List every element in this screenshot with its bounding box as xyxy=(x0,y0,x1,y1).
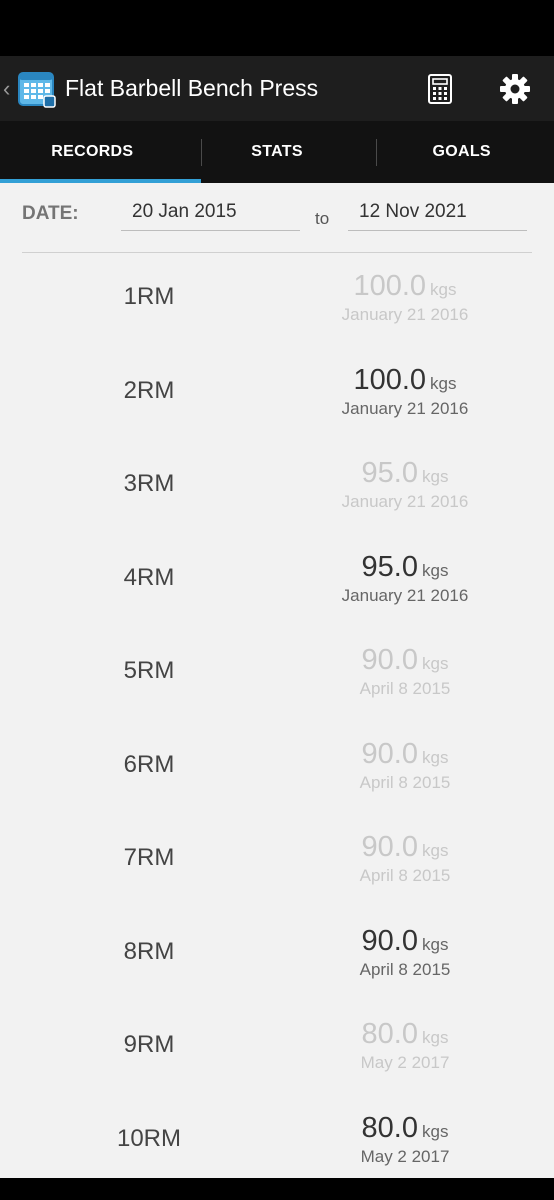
weight-line: 95.0 kgs xyxy=(305,457,505,490)
record-date: April 8 2015 xyxy=(359,772,451,792)
weight-line: 95.0 kgs xyxy=(305,551,505,584)
weight-line: 100.0 kgs xyxy=(305,270,505,303)
weight-line: 80.0 kgs xyxy=(305,1112,505,1145)
weight-line: 90.0 kgs xyxy=(305,644,505,677)
record-date: January 21 2016 xyxy=(341,492,469,511)
rep-max-label: 9RM xyxy=(123,1031,175,1058)
weight-value: 90.0 xyxy=(361,644,418,676)
record-row[interactable]: 2RM 100.0 kgs January 21 2016 xyxy=(0,347,554,441)
record-weight: 80.0 kgs May 2 2017 xyxy=(305,1112,505,1167)
rep-max-label: 6RM xyxy=(123,750,175,778)
record-weight: 95.0 kgs January 21 2016 xyxy=(305,551,505,606)
to-label: to xyxy=(315,209,330,228)
tab-label: GOALS xyxy=(432,143,491,160)
tab-stats[interactable]: STATS xyxy=(185,121,370,183)
weight-unit: kgs xyxy=(430,373,457,393)
records-list: 1RM 100.0 kgs January 21 2016 2RM 100.0 kgs Jan… xyxy=(0,253,554,1188)
record-row[interactable]: 9RM 80.0 kgs May 2 2017 xyxy=(0,1001,554,1095)
record-date: April 8 2015 xyxy=(359,959,451,979)
record-row[interactable]: 6RM 90.0 kgs April 8 2015 xyxy=(0,721,554,815)
record-weight: 100.0 kgs January 21 2016 xyxy=(305,364,505,419)
record-row[interactable]: 10RM 80.0 kgs May 2 2017 xyxy=(0,1095,554,1189)
weight-unit: kgs xyxy=(421,747,449,767)
weight-unit: kgs xyxy=(421,654,449,673)
weight-line: 90.0 kgs xyxy=(305,738,505,771)
record-row[interactable]: 5RM 90.0 kgs April 8 2015 xyxy=(0,627,554,721)
date-filter: DATE: 20 Jan 2015 to 12 Nov 2021 xyxy=(0,183,554,253)
record-date: April 8 2015 xyxy=(359,679,451,698)
weight-unit: kgs xyxy=(421,467,449,486)
record-row[interactable]: 4RM 95.0 kgs January 21 2016 xyxy=(0,534,554,628)
records-panel: DATE: 20 Jan 2015 to 12 Nov 2021 1RM 100.… xyxy=(0,183,554,1178)
rep-max-label: 7RM xyxy=(123,844,175,871)
gear-icon[interactable] xyxy=(497,71,533,107)
weight-value: 100.0 xyxy=(353,363,427,396)
weight-value: 100.0 xyxy=(353,270,427,302)
record-date: May 2 2017 xyxy=(360,1146,450,1166)
rep-max-label: 4RM xyxy=(123,563,175,591)
record-date: May 2 2017 xyxy=(360,1053,450,1072)
record-date: April 8 2015 xyxy=(359,866,451,885)
app-bar: ‹ Flat Barbell Bench Press xyxy=(0,56,554,121)
weight-unit: kgs xyxy=(421,560,449,580)
weight-value: 95.0 xyxy=(361,550,418,583)
record-row[interactable]: 8RM 90.0 kgs April 8 2015 xyxy=(0,908,554,1002)
date-label: DATE: xyxy=(22,203,79,224)
weight-line: 90.0 kgs xyxy=(305,831,505,864)
weight-value: 95.0 xyxy=(361,457,418,489)
record-weight: 90.0 kgs April 8 2015 xyxy=(305,738,505,793)
weight-unit: kgs xyxy=(421,841,449,860)
record-date: January 21 2016 xyxy=(341,305,469,324)
tab-divider xyxy=(376,139,377,166)
weight-line: 100.0 kgs xyxy=(305,364,505,397)
weight-value: 90.0 xyxy=(361,737,418,770)
weight-unit: kgs xyxy=(421,1028,449,1047)
weight-value: 90.0 xyxy=(361,924,418,957)
tab-records[interactable]: RECORDS xyxy=(0,121,185,183)
weight-unit: kgs xyxy=(421,934,449,954)
tab-divider xyxy=(201,139,202,166)
record-weight: 95.0 kgs January 21 2016 xyxy=(305,457,505,512)
navigation-bar xyxy=(0,1178,554,1200)
calendar-app-icon[interactable] xyxy=(17,69,57,109)
rep-max-label: 8RM xyxy=(123,937,175,965)
record-date: January 21 2016 xyxy=(341,398,469,418)
weight-line: 90.0 kgs xyxy=(305,925,505,958)
tab-label: STATS xyxy=(251,143,303,160)
rep-max-label: 10RM xyxy=(116,1124,182,1152)
tab-goals[interactable]: GOALS xyxy=(369,121,554,183)
date-to-field[interactable]: 12 Nov 2021 xyxy=(348,201,527,231)
weight-line: 80.0 kgs xyxy=(305,1018,505,1051)
chevron-left-icon[interactable]: ‹ xyxy=(3,56,17,121)
rep-max-label: 3RM xyxy=(123,470,175,497)
record-weight: 90.0 kgs April 8 2015 xyxy=(305,644,505,699)
record-weight: 90.0 kgs April 8 2015 xyxy=(305,831,505,886)
weight-value: 90.0 xyxy=(361,831,418,863)
rep-max-label: 1RM xyxy=(123,283,175,310)
date-from-field[interactable]: 20 Jan 2015 xyxy=(121,201,300,231)
rep-max-label: 2RM xyxy=(123,376,175,404)
page-title: Flat Barbell Bench Press xyxy=(65,75,319,101)
rep-max-label: 5RM xyxy=(123,657,175,684)
record-row[interactable]: 1RM 100.0 kgs January 21 2016 xyxy=(0,253,554,347)
record-weight: 90.0 kgs April 8 2015 xyxy=(305,925,505,980)
record-row[interactable]: 3RM 95.0 kgs January 21 2016 xyxy=(0,440,554,534)
weight-unit: kgs xyxy=(430,280,457,299)
record-date: January 21 2016 xyxy=(341,585,469,605)
record-row[interactable]: 7RM 90.0 kgs April 8 2015 xyxy=(0,814,554,908)
record-weight: 80.0 kgs May 2 2017 xyxy=(305,1018,505,1073)
tab-label: RECORDS xyxy=(51,143,134,160)
weight-value: 80.0 xyxy=(361,1018,418,1050)
tab-bar: RECORDS STATS GOALS xyxy=(0,121,554,183)
weight-value: 80.0 xyxy=(361,1111,418,1144)
status-bar xyxy=(0,0,554,56)
record-weight: 100.0 kgs January 21 2016 xyxy=(305,270,505,325)
calculator-icon[interactable] xyxy=(422,71,458,107)
weight-unit: kgs xyxy=(421,1121,449,1141)
